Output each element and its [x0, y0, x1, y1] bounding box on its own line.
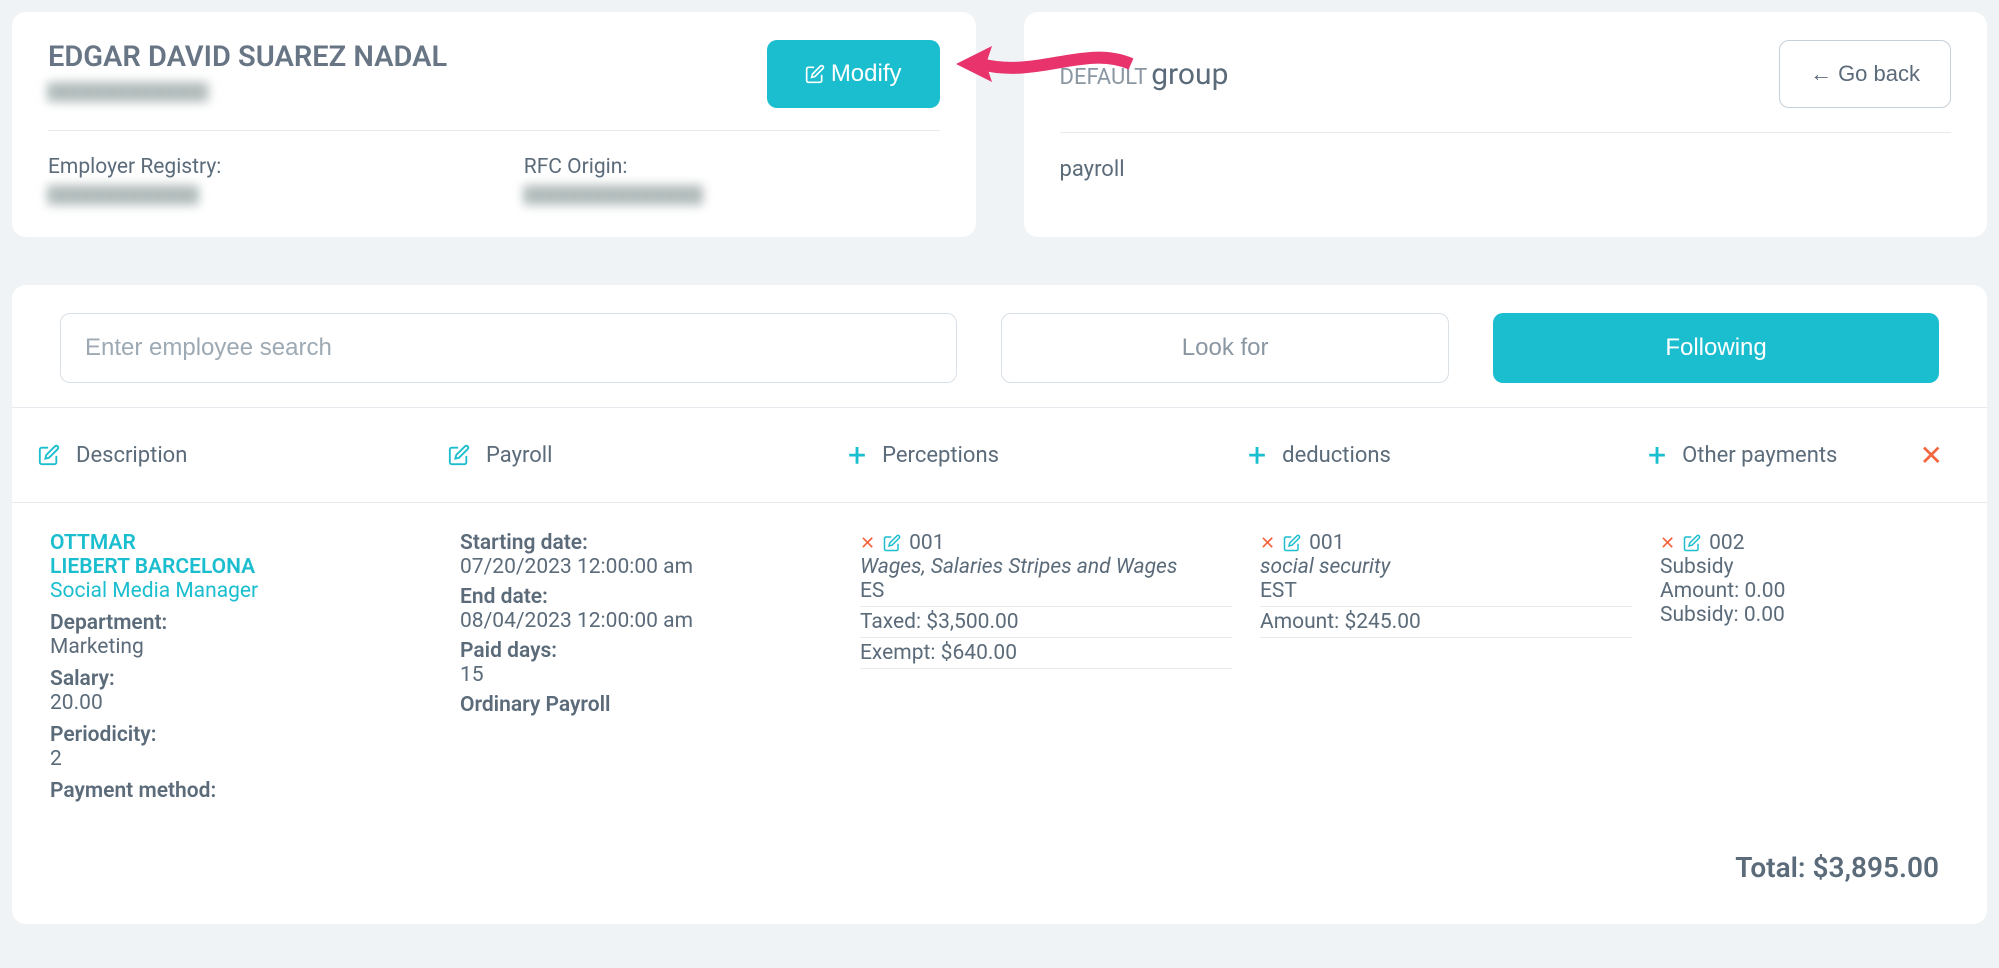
employer-registry-label: Employer Registry: [48, 155, 464, 179]
header-deductions: deductions [1282, 443, 1391, 468]
total-value: $3,895.00 [1812, 851, 1939, 884]
perception-exempt: Exempt: $640.00 [860, 641, 1232, 669]
delete-icon[interactable]: ✕ [860, 533, 875, 554]
delete-icon[interactable]: ✕ [1260, 533, 1275, 554]
edit-icon[interactable] [38, 444, 60, 466]
redacted-text [524, 185, 704, 205]
start-date-label: Starting date: [460, 531, 832, 555]
periodicity-value: 2 [50, 747, 432, 771]
go-back-label: Go back [1838, 61, 1920, 87]
divider [48, 130, 940, 131]
employee-role[interactable]: Social Media Manager [50, 579, 432, 603]
group-word: group [1151, 57, 1228, 92]
rfc-origin-label: RFC Origin: [524, 155, 940, 179]
header-description: Description [76, 443, 187, 468]
end-date-value: 08/04/2023 12:00:00 am [460, 609, 832, 633]
plus-icon[interactable]: + [1648, 436, 1666, 474]
total-label: Total: [1735, 851, 1805, 884]
employee-link[interactable]: OTTMAR LIEBERT BARCELONA [50, 531, 432, 579]
employee-card: EDGAR DAVID SUAREZ NADAL Modify Employer… [12, 12, 976, 237]
payroll-label: payroll [1060, 157, 1952, 182]
total-row: Total: $3,895.00 [12, 823, 1987, 896]
salary-value: 20.00 [50, 691, 432, 715]
main-panel: Look for Following Description Payroll +… [12, 285, 1987, 924]
other-amount: Amount: 0.00 [1660, 579, 1961, 603]
other-code: 002 [1709, 531, 1744, 555]
payment-method-label: Payment method: [50, 779, 216, 803]
end-date-label: End date: [460, 585, 832, 609]
modify-button[interactable]: Modify [767, 40, 940, 108]
delete-icon[interactable]: ✕ [1660, 533, 1675, 554]
department-label: Department: [50, 611, 167, 635]
paid-days-value: 15 [460, 663, 832, 687]
deduction-desc: social security [1260, 555, 1632, 579]
deduction-est: EST [1260, 579, 1632, 607]
header-perceptions: Perceptions [882, 443, 999, 468]
arrow-left-icon: ← [1810, 61, 1832, 87]
divider [1060, 132, 1952, 133]
following-button[interactable]: Following [1493, 313, 1939, 383]
periodicity-label: Periodicity: [50, 723, 156, 747]
employee-search-input[interactable] [60, 313, 957, 383]
perception-desc: Wages, Salaries Stripes and Wages [860, 555, 1232, 579]
edit-icon[interactable] [1283, 534, 1301, 552]
header-other-payments: Other payments [1682, 443, 1837, 468]
column-headers: Description Payroll + Perceptions + dedu… [12, 407, 1987, 503]
edit-icon[interactable] [883, 534, 901, 552]
start-date-value: 07/20/2023 12:00:00 am [460, 555, 832, 579]
table-row: OTTMAR LIEBERT BARCELONA Social Media Ma… [12, 503, 1987, 823]
perception-taxed: Taxed: $3,500.00 [860, 610, 1232, 638]
salary-label: Salary: [50, 667, 115, 691]
close-icon[interactable]: ✕ [1920, 439, 1943, 472]
other-subsidy: Subsidy: 0.00 [1660, 603, 1961, 627]
header-payroll: Payroll [486, 443, 552, 468]
plus-icon[interactable]: + [1248, 436, 1266, 474]
edit-icon[interactable] [448, 444, 470, 466]
edit-icon[interactable] [1683, 534, 1701, 552]
edit-icon [805, 64, 825, 84]
department-value: Marketing [50, 635, 432, 659]
plus-icon[interactable]: + [848, 436, 866, 474]
perception-es: ES [860, 579, 1232, 607]
deduction-code: 001 [1309, 531, 1344, 555]
modify-label: Modify [831, 60, 902, 88]
perception-code: 001 [909, 531, 944, 555]
default-label: DEFAULT [1060, 65, 1148, 90]
paid-days-label: Paid days: [460, 639, 832, 663]
group-card: DEFAULT group ← Go back payroll [1024, 12, 1988, 237]
look-for-button[interactable]: Look for [1001, 313, 1449, 383]
deduction-amount: Amount: $245.00 [1260, 610, 1632, 638]
other-desc: Subsidy [1660, 555, 1961, 579]
payroll-type: Ordinary Payroll [460, 693, 832, 717]
go-back-button[interactable]: ← Go back [1779, 40, 1951, 108]
redacted-text [48, 82, 208, 102]
redacted-text [48, 185, 198, 205]
